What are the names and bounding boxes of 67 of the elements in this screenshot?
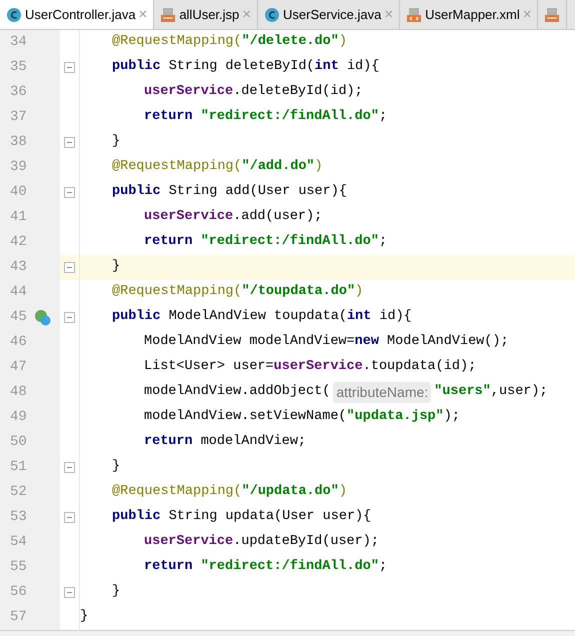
code-line: return "redirect:/findAll.do";: [143, 558, 388, 576]
line-number: 38: [10, 133, 27, 152]
code-line: public ModelAndView toupdata(int id){: [111, 308, 412, 326]
code-line: List<User> user=userService.toupdata(id);: [143, 358, 476, 376]
line-number: 45: [10, 308, 27, 327]
class-icon: [6, 6, 22, 22]
tab-label: UserMapper.xml: [425, 6, 520, 24]
fold-icon[interactable]: [64, 187, 75, 198]
line-number: 53: [10, 508, 27, 527]
line-number: 35: [10, 58, 27, 77]
code-line: modelAndView.addObject( attributeName: "users",user);: [80, 382, 548, 403]
line-number: 49: [10, 408, 27, 427]
code-line: @RequestMapping("/updata.do"): [111, 483, 347, 502]
line-number: 43: [10, 258, 27, 277]
spring-bean-icon[interactable]: [34, 308, 52, 326]
tab-label: UserController.java: [25, 6, 136, 24]
fold-icon[interactable]: [64, 512, 75, 523]
fold-icon[interactable]: [64, 312, 75, 323]
line-number: 46: [10, 333, 27, 352]
line-number: 34: [10, 33, 27, 52]
fold-icon[interactable]: [64, 62, 75, 73]
code-line: userService.updateById(user);: [143, 533, 379, 552]
code-line: }: [80, 608, 88, 626]
line-number: 47: [10, 358, 27, 377]
line-number: 57: [10, 608, 27, 627]
code-line: public String deleteById(int id){: [111, 58, 380, 76]
file-icon: [544, 6, 560, 22]
line-number: 52: [10, 483, 27, 502]
line-number: 36: [10, 83, 27, 102]
line-number: 37: [10, 108, 27, 127]
code-line: @RequestMapping("/delete.do"): [111, 33, 347, 52]
code-line: modelAndView.setViewName("updata.jsp");: [143, 408, 460, 426]
code-line: @RequestMapping("/toupdata.do"): [111, 283, 364, 302]
line-number: 54: [10, 533, 27, 552]
line-number: 44: [10, 283, 27, 302]
editor-tab[interactable]: UserController.java ×: [0, 0, 154, 29]
line-number: 51: [10, 458, 27, 477]
fold-icon[interactable]: [64, 587, 75, 598]
code-line: public String updata(User user){: [111, 508, 372, 526]
xml-file-icon: [406, 6, 422, 22]
line-number: 39: [10, 158, 27, 177]
class-icon: [264, 6, 280, 22]
fold-icon[interactable]: [64, 262, 75, 273]
code-line: }: [111, 133, 120, 152]
line-number: 50: [10, 433, 27, 452]
code-line: return "redirect:/findAll.do";: [143, 233, 388, 252]
code-line: }: [111, 583, 120, 602]
code-line: return modelAndView;: [143, 433, 306, 452]
line-number: 48: [10, 383, 27, 402]
file-icon: [160, 6, 176, 22]
line-number: 42: [10, 233, 27, 252]
line-number: 55: [10, 558, 27, 577]
code-line: userService.add(user);: [143, 208, 322, 226]
code-line: @RequestMapping("/add.do"): [111, 158, 323, 176]
line-number: 41: [10, 208, 27, 227]
tab-label: allUser.jsp: [179, 6, 240, 24]
line-number: 40: [10, 183, 27, 202]
code-line: return "redirect:/findAll.do";: [143, 108, 388, 126]
code-line: userService.deleteById(id);: [143, 83, 363, 102]
fold-icon[interactable]: [64, 137, 75, 148]
code-line: }: [111, 258, 120, 276]
code-line: }: [111, 458, 120, 476]
fold-icon[interactable]: [64, 462, 75, 473]
tab-label: UserService.java: [283, 6, 382, 24]
code-line: ModelAndView modelAndView=new ModelAndView();: [143, 333, 509, 352]
line-number: 56: [10, 583, 27, 602]
code-line: public String add(User user){: [111, 183, 347, 202]
